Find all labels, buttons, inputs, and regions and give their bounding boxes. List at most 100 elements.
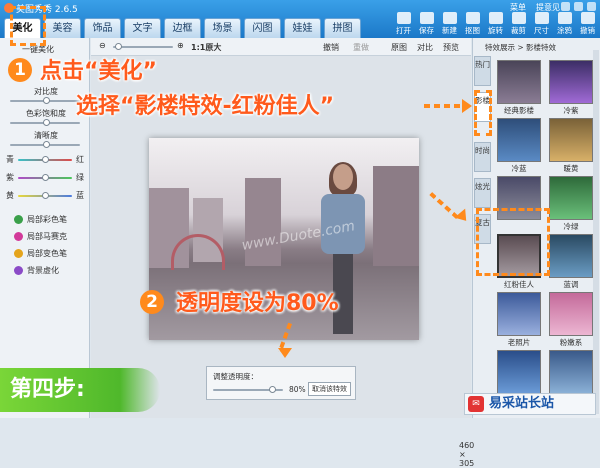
effect-thumb-old-photo[interactable]: [497, 292, 541, 336]
effects-scrollbar[interactable]: [593, 50, 599, 414]
preview-button[interactable]: 预览: [443, 42, 459, 53]
slider-knob[interactable]: [269, 386, 276, 393]
slider-knob[interactable]: [43, 141, 50, 148]
blur-icon: [14, 266, 23, 275]
doodle-button[interactable]: 涂鸦: [554, 12, 575, 36]
new-button[interactable]: 新建: [439, 12, 460, 36]
effect-label: 粉嫩系: [559, 338, 583, 347]
saturation-label: 色彩饱和度: [26, 109, 66, 118]
mosaic-icon: [14, 232, 23, 241]
site-logo-icon: ✉: [468, 396, 484, 412]
cancel-effect-button[interactable]: 取消该特效: [308, 382, 351, 396]
tab-frame[interactable]: 边框: [164, 18, 201, 38]
effect-thumb-impression[interactable]: [497, 350, 541, 394]
minimize-icon[interactable]: [561, 2, 570, 11]
highlight-beautify-tab: [10, 6, 46, 46]
undo-button[interactable]: 撤销: [323, 42, 339, 53]
effect-thumb-cold-purple[interactable]: [549, 60, 593, 104]
sharpness-label: 清晰度: [34, 131, 58, 140]
actual-size-button[interactable]: 1:1原大: [191, 42, 221, 53]
maximize-icon[interactable]: [574, 2, 583, 11]
tab-text[interactable]: 文字: [124, 18, 161, 38]
building: [373, 166, 419, 266]
recolor-pen-icon: [14, 249, 23, 258]
effect-label: 经典影楼: [504, 106, 534, 115]
background-blur-button[interactable]: 背景虚化: [14, 265, 59, 276]
crop-icon: [511, 12, 526, 24]
highlight-studio-tab: [474, 90, 492, 136]
effect-label: 老照片: [507, 338, 531, 347]
local-color-pen-button[interactable]: 局部彩色笔: [14, 214, 67, 225]
slider-knob[interactable]: [42, 156, 49, 163]
resize-button[interactable]: 尺寸: [531, 12, 552, 36]
slider-knob[interactable]: [43, 119, 50, 126]
compare-button[interactable]: 对比: [417, 42, 433, 53]
cutout-button[interactable]: 抠图: [462, 12, 483, 36]
slider-knob[interactable]: [42, 192, 49, 199]
effect-label: 暖黄: [563, 164, 579, 173]
rotate-button[interactable]: 旋转: [485, 12, 506, 36]
folder-icon: [396, 12, 411, 24]
effect-thumb-blue-tone[interactable]: [549, 234, 593, 278]
step2-instruction: 透明度设为80%: [176, 291, 339, 316]
tab-collage[interactable]: 拼图: [324, 18, 361, 38]
undo-toolbar-button[interactable]: 撤销: [577, 12, 598, 36]
tab-accessories[interactable]: 饰品: [84, 18, 121, 38]
vtab-flare[interactable]: 炫光: [474, 178, 491, 208]
new-file-icon: [442, 12, 457, 24]
step1-instruction: 点击“美化”: [40, 59, 157, 84]
resize-icon: [534, 12, 549, 24]
vtab-fashion[interactable]: 时尚: [474, 142, 491, 172]
tab-beauty[interactable]: 美容: [44, 18, 81, 38]
sharpness-slider[interactable]: [10, 141, 80, 148]
color-pen-icon: [14, 215, 23, 224]
yellow-blue-slider[interactable]: [18, 192, 72, 199]
cutout-icon: [465, 12, 480, 24]
opacity-value: 80%: [289, 385, 306, 394]
effect-thumb-cold-green[interactable]: [549, 176, 593, 220]
brush-icon: [557, 12, 572, 24]
slider-knob[interactable]: [43, 97, 50, 104]
effect-thumb-warm-yellow[interactable]: [549, 118, 593, 162]
redo-button[interactable]: 重做: [353, 42, 369, 53]
tab-doll[interactable]: 娃娃: [284, 18, 321, 38]
local-mosaic-button[interactable]: 局部马赛克: [14, 231, 67, 242]
purple-green-slider[interactable]: [18, 174, 72, 181]
zoom-slider[interactable]: [113, 43, 173, 50]
slider-knob[interactable]: [115, 43, 122, 50]
local-recolor-pen-button[interactable]: 局部变色笔: [14, 248, 67, 259]
face: [333, 164, 353, 190]
save-button[interactable]: 保存: [416, 12, 437, 36]
tab-flash[interactable]: 闪图: [244, 18, 281, 38]
rotate-icon: [488, 12, 503, 24]
effect-thumb-cold-blue[interactable]: [497, 118, 541, 162]
vtab-hot[interactable]: 热门: [474, 56, 491, 86]
effect-label-pink-beauty: 红粉佳人: [504, 280, 534, 289]
step-badge: 第四步:: [0, 368, 160, 412]
site-logo-text: 易采站长站: [489, 396, 555, 411]
saturation-slider[interactable]: [10, 119, 80, 126]
step1-sub-instruction: 选择“影楼特效-红粉佳人”: [76, 94, 335, 119]
opacity-slider[interactable]: [213, 386, 283, 393]
cyan-red-slider[interactable]: [18, 156, 72, 163]
effect-thumb-pink-tender[interactable]: [549, 292, 593, 336]
effect-thumb[interactable]: [549, 350, 593, 394]
toolbar: 打开 保存 新建 抠图 旋转 裁剪 尺寸 涂鸦 撤销: [393, 12, 598, 36]
effect-label: 冷紫: [563, 106, 579, 115]
effect-label: 冷蓝: [511, 164, 527, 173]
open-button[interactable]: 打开: [393, 12, 414, 36]
main-tabs: 美化 美容 饰品 文字 边框 场景 闪图 娃娃 拼图: [0, 16, 361, 38]
effect-thumb-classic[interactable]: [497, 60, 541, 104]
arrow-head-icon: [278, 348, 292, 358]
image-size: 460 × 305: [459, 441, 475, 468]
zoom-out-icon[interactable]: ⊖: [99, 41, 106, 50]
zoom-in-icon[interactable]: ⊕: [177, 41, 184, 50]
close-icon[interactable]: [587, 2, 596, 11]
window-controls: [561, 2, 596, 11]
tab-scene[interactable]: 场景: [204, 18, 241, 38]
slider-knob[interactable]: [42, 174, 49, 181]
original-button[interactable]: 原图: [391, 42, 407, 53]
crop-button[interactable]: 裁剪: [508, 12, 529, 36]
contrast-slider[interactable]: [10, 97, 80, 104]
opacity-dialog: 调整透明度： 80% 取消该特效: [206, 366, 356, 400]
